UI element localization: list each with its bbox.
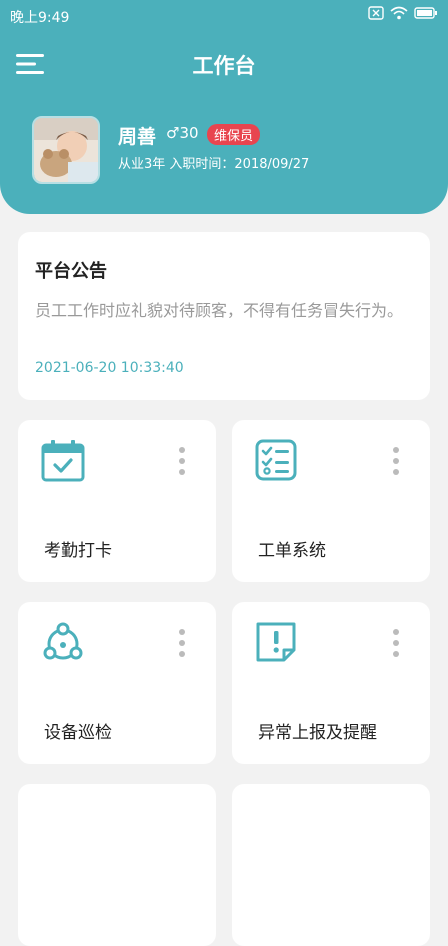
status-time: 晚上9:49 xyxy=(10,10,70,26)
module-attendance[interactable]: 考勤打卡 xyxy=(18,420,216,582)
module-label: 异常上报及提醒 xyxy=(258,723,377,743)
notice-title: 平台公告 xyxy=(35,261,107,282)
more-options-icon[interactable] xyxy=(176,628,188,658)
avatar-photo xyxy=(34,118,98,182)
module-card-partial[interactable] xyxy=(232,784,430,946)
notice-time: 2021-06-20 10:33:40 xyxy=(35,360,184,376)
module-label: 工单系统 xyxy=(258,541,326,561)
header-banner: 晚上9:49 工作台 周善 ♂30 维保员 从业3年 入职时间：2018/09/… xyxy=(0,0,448,214)
page-title: 工作台 xyxy=(192,54,256,78)
role-badge: 维保员 xyxy=(207,124,261,145)
module-label: 设备巡检 xyxy=(44,723,112,743)
module-card-partial[interactable] xyxy=(18,784,216,946)
status-icons xyxy=(368,6,438,20)
module-exception-report[interactable]: 异常上报及提醒 xyxy=(232,602,430,764)
user-name: 周善 xyxy=(118,126,157,148)
notice-card[interactable]: 平台公告 员工工作时应礼貌对待顾客，不得有任务冒失行为。 2021-06-20 … xyxy=(18,232,430,400)
avatar[interactable] xyxy=(32,116,100,184)
status-bar: 晚上9:49 xyxy=(0,0,448,32)
more-options-icon[interactable] xyxy=(176,446,188,476)
module-inspection[interactable]: 设备巡检 xyxy=(18,602,216,764)
user-details: 从业3年 入职时间：2018/09/27 xyxy=(118,157,310,172)
module-work-order[interactable]: 工单系统 xyxy=(232,420,430,582)
gender-age: ♂30 xyxy=(166,124,199,142)
network-icon xyxy=(43,622,83,660)
module-label: 考勤打卡 xyxy=(44,541,112,561)
calendar-check-icon xyxy=(41,440,85,482)
checklist-icon xyxy=(255,439,297,481)
wifi-icon xyxy=(390,6,408,20)
sim-icon xyxy=(368,6,384,20)
notice-content: 员工工作时应礼貌对待顾客，不得有任务冒失行为。 xyxy=(35,301,404,320)
more-options-icon[interactable] xyxy=(390,446,402,476)
alert-note-icon xyxy=(256,622,296,662)
more-options-icon[interactable] xyxy=(390,628,402,658)
battery-icon xyxy=(414,7,437,19)
